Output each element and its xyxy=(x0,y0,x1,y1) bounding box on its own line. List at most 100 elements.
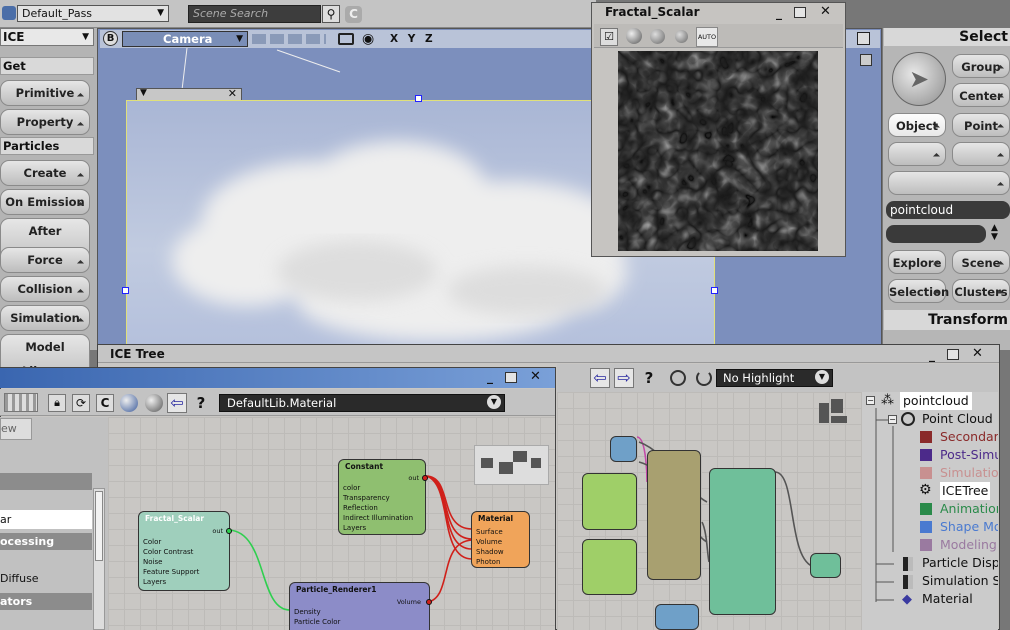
material-node[interactable]: Material Surface Volume Shadow Photon xyxy=(471,511,530,568)
spin-arrows-icon[interactable]: ▲ ▼ xyxy=(991,224,998,242)
group-button[interactable]: Group xyxy=(952,54,1010,78)
camera-dropdown[interactable]: Camera ▼ xyxy=(122,31,248,47)
camera-icon[interactable] xyxy=(338,33,354,45)
constant-node[interactable]: Constant out color Transparency Reflecti… xyxy=(338,459,428,535)
tree-item-point-cloud[interactable]: Point Cloud xyxy=(922,410,993,428)
region-handle[interactable] xyxy=(415,95,422,102)
graph-node-small[interactable] xyxy=(610,436,637,462)
graph-node-teal[interactable] xyxy=(709,468,776,615)
expand-toggle-icon[interactable]: − xyxy=(866,396,875,405)
search-icon[interactable]: ⚲ xyxy=(322,5,340,23)
get-header[interactable]: Get xyxy=(0,57,94,75)
select-arrow-icon[interactable]: ➤ xyxy=(892,52,946,106)
expand-toggle-icon[interactable]: − xyxy=(888,415,897,424)
node-port[interactable]: Transparency xyxy=(339,493,413,503)
fractal-scalar-node[interactable]: Fractal_Scalar out Color Color Contrast … xyxy=(138,511,232,591)
clear-icon[interactable]: C xyxy=(96,394,114,412)
node-port[interactable]: Layers xyxy=(339,523,413,533)
close-icon[interactable]: ✕ xyxy=(972,346,983,361)
stopwatch-icon[interactable] xyxy=(670,370,686,386)
view-tab[interactable]: ew xyxy=(0,418,32,440)
forward-arrow-icon[interactable]: ⇨ xyxy=(614,368,634,388)
on-emission-button[interactable]: On Emission xyxy=(0,189,90,215)
graph-node-blue[interactable] xyxy=(655,604,699,630)
mode-dropdown[interactable]: ICE ▼ xyxy=(0,28,94,46)
node-port[interactable]: Density xyxy=(290,607,340,617)
maximize-icon[interactable] xyxy=(794,7,806,18)
help-icon[interactable]: ? xyxy=(640,369,658,387)
graph-node-teal-small[interactable] xyxy=(810,553,841,578)
node-port[interactable]: Reflection xyxy=(339,503,413,513)
minimize-icon[interactable]: _ xyxy=(929,348,935,362)
viewport-badge[interactable]: B xyxy=(103,31,118,46)
preset-item-diffuse[interactable]: Diffuse xyxy=(0,572,39,585)
primitive-button[interactable]: Primitive xyxy=(0,80,90,106)
tree-item-simulation[interactable]: Simulation xyxy=(940,464,998,482)
node-port[interactable]: color xyxy=(339,483,413,493)
close-icon[interactable]: ✕ xyxy=(820,4,831,19)
help-icon[interactable]: ? xyxy=(192,394,210,412)
node-port[interactable]: Layers xyxy=(139,577,199,587)
point-button[interactable]: Point xyxy=(952,113,1010,137)
preset-scrollbar[interactable] xyxy=(93,488,105,630)
region-handle[interactable] xyxy=(711,287,718,294)
node-port[interactable]: Shadow xyxy=(472,547,504,557)
preset-item-selected[interactable]: ar xyxy=(0,510,92,529)
node-port[interactable]: Photon xyxy=(472,557,504,567)
node-port[interactable]: Color xyxy=(139,537,199,547)
maximize-icon[interactable] xyxy=(947,349,959,360)
tree-item-icetree[interactable]: ICETree xyxy=(940,482,991,500)
create-button[interactable]: Create xyxy=(0,160,90,186)
object-button[interactable]: Object xyxy=(888,113,946,137)
graph-node-olive[interactable] xyxy=(647,450,701,580)
filter-input[interactable]: pointcloud xyxy=(886,201,1010,219)
operators-header[interactable]: ators xyxy=(0,593,92,610)
node-port[interactable]: Volume xyxy=(472,537,504,547)
node-port[interactable]: Color Contrast xyxy=(139,547,199,557)
graph-node-green[interactable] xyxy=(582,473,637,530)
maximize-viewport-icon[interactable] xyxy=(857,32,870,45)
minimize-icon[interactable]: _ xyxy=(776,6,782,20)
node-out-port[interactable] xyxy=(426,599,432,605)
node-port[interactable]: Noise xyxy=(139,557,199,567)
tree-item-material[interactable]: Material xyxy=(922,590,973,608)
globe-icon[interactable] xyxy=(120,394,138,412)
region-handle[interactable] xyxy=(122,287,129,294)
simulation-button[interactable]: Simulation xyxy=(0,305,90,331)
eye-icon[interactable]: ◉ xyxy=(362,31,374,47)
graph-node-green[interactable] xyxy=(582,539,637,595)
sphere-icon[interactable] xyxy=(145,394,163,412)
transform-header[interactable]: Transform xyxy=(884,310,1010,330)
close-icon[interactable]: ✕ xyxy=(228,87,237,100)
maximize-icon[interactable] xyxy=(505,372,517,383)
grip-icon[interactable] xyxy=(4,393,38,412)
collision-button[interactable]: Collision xyxy=(0,276,90,302)
node-port[interactable]: Indirect Illumination xyxy=(339,513,413,523)
center-button[interactable]: Center xyxy=(952,83,1010,107)
empty-button[interactable] xyxy=(952,142,1010,166)
pass-dropdown[interactable]: Default_Pass ▼ xyxy=(17,5,169,22)
filter-field-2[interactable] xyxy=(886,225,986,243)
refresh-icon[interactable]: ⟳ xyxy=(72,394,90,412)
property-button[interactable]: Property xyxy=(0,109,90,135)
preset-header[interactable] xyxy=(0,473,92,490)
refresh-icon[interactable] xyxy=(696,370,712,386)
selection-button[interactable]: Selection xyxy=(888,279,949,303)
tree-item-secondary[interactable]: Secondar xyxy=(940,428,998,446)
tree-item-post-simulation[interactable]: Post-Simu xyxy=(940,446,998,464)
tree-item-shape-modeling[interactable]: Shape Mo xyxy=(940,518,998,536)
force-button[interactable]: Force xyxy=(0,247,90,273)
clear-search-icon[interactable]: C xyxy=(345,6,362,23)
node-port[interactable]: Surface xyxy=(472,527,504,537)
node-out-port[interactable] xyxy=(226,528,232,534)
back-arrow-icon[interactable]: ⇦ xyxy=(590,368,610,388)
tree-item-animation[interactable]: Animation xyxy=(940,500,998,518)
auto-refresh-button[interactable]: AUTO xyxy=(696,27,718,47)
sphere-icon[interactable] xyxy=(626,28,642,44)
tree-root-item[interactable]: pointcloud xyxy=(900,392,972,410)
material-library-dropdown[interactable]: DefaultLib.Material ▼ xyxy=(219,394,505,412)
close-icon[interactable]: ✕ xyxy=(530,369,541,384)
sphere-icon[interactable] xyxy=(650,29,665,44)
particle-renderer-node[interactable]: Particle_Renderer1 Volume Density Partic… xyxy=(289,582,432,630)
view-toggles[interactable] xyxy=(252,34,326,44)
